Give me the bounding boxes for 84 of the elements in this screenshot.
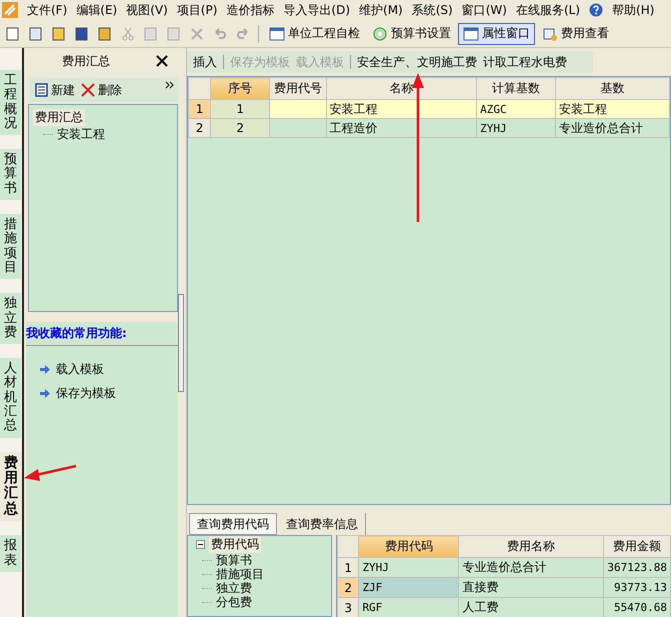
side-tab[interactable]: 预算书 xyxy=(0,149,21,200)
menu-item[interactable]: 项目(P) xyxy=(176,2,218,18)
column-header[interactable]: 费用代号 xyxy=(270,78,326,100)
help-icon xyxy=(589,3,604,17)
splitter-handle[interactable] xyxy=(178,294,184,392)
menu-item[interactable]: 导入导出(D) xyxy=(283,2,350,18)
toolbar-button[interactable]: 单位工程自检 xyxy=(264,22,365,44)
tree-item[interactable]: 安装工程 xyxy=(55,126,107,143)
table-cell: ZJF xyxy=(358,578,459,598)
annotation-arrow xyxy=(24,464,76,481)
table-cell: 工程造价 xyxy=(326,118,477,138)
table-row[interactable]: 1 ZYHJ 专业造价总合计 367123.88 xyxy=(338,558,670,578)
table-row[interactable]: 2 2 工程造价 ZYHJ 专业造价总合计 xyxy=(188,118,670,138)
column-header[interactable]: 计算基数 xyxy=(476,78,556,100)
arrow-bullet-icon xyxy=(40,365,50,374)
arrow-bullet-icon xyxy=(40,389,50,398)
toolbar-button[interactable]: 插入 xyxy=(193,54,217,70)
side-tab[interactable]: 工程概况 xyxy=(0,70,21,136)
toolbar-button[interactable]: 新建 xyxy=(35,82,75,98)
gear-icon xyxy=(372,26,388,42)
table-cell: 1 xyxy=(210,100,270,118)
table-row[interactable]: 1 1 安装工程 AZGC 安装工程 xyxy=(188,100,670,118)
overflow-chevron-icon[interactable] xyxy=(165,81,174,89)
cross-icon xyxy=(81,83,95,97)
app-logo-icon xyxy=(2,2,18,18)
menu-item[interactable]: 文件(F) xyxy=(27,2,68,18)
row-number: 1 xyxy=(338,558,359,578)
cross-icon xyxy=(190,26,204,40)
redo-icon xyxy=(236,26,250,40)
menu-item[interactable]: 系统(S) xyxy=(412,2,453,18)
close-icon xyxy=(156,55,168,67)
table-cell: ZYHJ xyxy=(476,118,556,138)
column-header[interactable]: 费用金额 xyxy=(604,536,670,558)
tree-item[interactable]: 分包费 xyxy=(214,595,254,609)
scissors-icon xyxy=(120,26,134,40)
table-row[interactable]: 2 ZJF 直接费 93773.13 xyxy=(338,578,670,598)
close-button[interactable] xyxy=(156,55,168,67)
toolbar-button[interactable]: 属性窗口 xyxy=(458,22,535,44)
favorite-link[interactable]: 载入模板 xyxy=(56,361,104,378)
toolbar-button[interactable]: 安全生产、文明施工费 xyxy=(357,54,477,70)
table-cell: 2 xyxy=(210,118,270,138)
table-row[interactable]: 3 RGF 人工费 55470.68 xyxy=(338,598,670,617)
side-tab[interactable]: 措施项目 xyxy=(0,214,21,280)
column-header[interactable]: 序号 xyxy=(210,78,270,100)
row-number: 2 xyxy=(338,578,359,598)
panel-title: 费用汇总 xyxy=(62,52,110,70)
tab[interactable]: 查询费用代码 xyxy=(189,513,277,535)
menu-item[interactable]: 窗口(W) xyxy=(462,2,507,18)
menu-item[interactable]: 造价指标 xyxy=(226,2,274,18)
side-tab[interactable]: 报表 xyxy=(0,535,21,572)
side-tab[interactable]: 费用汇总 xyxy=(0,452,22,522)
tree-item[interactable]: 费用代码 xyxy=(209,536,261,553)
tree-item[interactable]: 独立费 xyxy=(214,581,254,595)
column-header[interactable]: 名称 xyxy=(326,78,477,100)
toolbar-button[interactable]: 计取工程水电费 xyxy=(483,54,567,70)
side-tab[interactable]: 独立费 xyxy=(0,293,21,344)
toolbar-button[interactable]: 预算书设置 xyxy=(367,22,456,44)
corner-cell xyxy=(188,78,211,100)
table-cell xyxy=(270,118,326,138)
toolbar-button[interactable]: 费用查看 xyxy=(537,22,614,44)
window-icon xyxy=(269,26,285,42)
menu-item[interactable]: 在线服务(L) xyxy=(516,2,580,18)
favorite-link[interactable]: 保存为模板 xyxy=(56,385,116,402)
column-header[interactable]: 费用代码 xyxy=(358,536,459,558)
menu-item[interactable]: 维护(M) xyxy=(359,2,403,18)
tree-item[interactable]: 措施项目 xyxy=(214,567,266,581)
column-header[interactable]: 费用名称 xyxy=(458,536,604,558)
collapse-icon[interactable] xyxy=(196,540,205,549)
row-number: 2 xyxy=(188,118,211,138)
row-number: 1 xyxy=(188,100,211,118)
tree-item[interactable]: 费用汇总 xyxy=(33,109,85,126)
toolbar-button[interactable]: 删除 xyxy=(81,82,122,98)
coins-icon xyxy=(542,26,558,42)
window-icon xyxy=(463,26,479,42)
undo-icon xyxy=(212,26,226,40)
menu-item[interactable]: 帮助(H) xyxy=(612,2,654,18)
menu-item[interactable]: 编辑(E) xyxy=(76,2,118,18)
list-document-icon xyxy=(35,83,48,97)
menu-item[interactable]: 视图(V) xyxy=(126,2,168,18)
row-number: 3 xyxy=(338,598,359,617)
column-header[interactable]: 基数 xyxy=(555,78,670,100)
table-cell: 专业造价总合计 xyxy=(555,118,670,138)
tree-item[interactable]: 预算书 xyxy=(214,553,254,567)
side-tab[interactable]: 人材机汇总 xyxy=(0,358,21,438)
